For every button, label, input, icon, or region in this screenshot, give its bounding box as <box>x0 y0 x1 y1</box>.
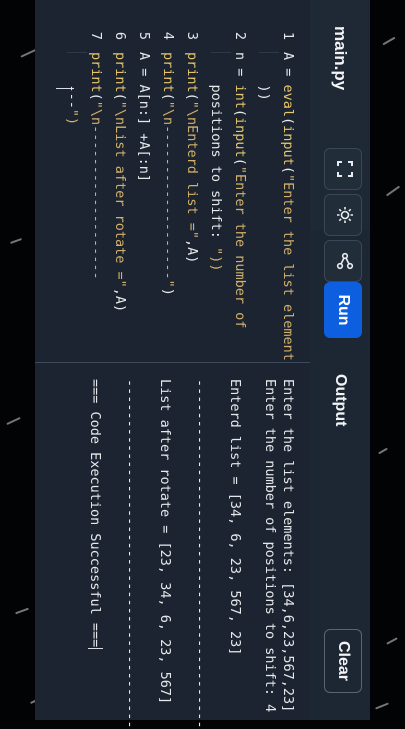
share-icon <box>332 252 354 270</box>
code-line: 1 A = eval(input("Enter the list elements… <box>276 0 300 394</box>
code-line: 3 print("\nEnterd list =",A) <box>180 0 204 362</box>
top-toolbar: main.py Run Output Clear <box>310 0 370 720</box>
output-line: === Code Execution Successful === <box>87 379 104 650</box>
output-separator: ----------------------------------------… <box>122 379 139 729</box>
code-text: print("\nEnterd list =",A) <box>184 52 200 264</box>
code-line: 6 print("\nList after rotate =",A) <box>108 0 132 362</box>
line-number: 2 <box>232 31 248 40</box>
output-panel: Enter the list elements: [34,6,23,567,23… <box>35 363 310 729</box>
output-line: Enterd list = [34, 6, 23, 567, 23] <box>227 379 244 656</box>
line-number: 5 <box>136 31 152 40</box>
code-text: )) <box>256 52 272 101</box>
line-number: 7 <box>88 31 104 40</box>
code-text: print("\n-------------------") <box>160 52 176 296</box>
code-line: positions to shift: ")) <box>204 0 228 362</box>
code-text: print("\n------------------- <box>88 52 104 280</box>
sun-icon <box>332 206 354 224</box>
line-number: 6 <box>112 31 128 40</box>
code-line: )) <box>252 0 276 362</box>
run-button[interactable]: Run <box>324 282 362 338</box>
line-number: 1 <box>280 31 296 40</box>
expand-icon <box>332 160 354 178</box>
output-cursor <box>88 648 103 650</box>
code-runner-window: main.py Run Output Clear 1 A = eval(inpu… <box>35 0 370 729</box>
line-number: 4 <box>160 31 176 40</box>
code-text: A = eval(input("Enter the list elements:… <box>280 52 296 394</box>
code-text: n = int(input("Enter the number of <box>232 52 248 329</box>
output-line: Enter the number of positions to shift: … <box>262 379 279 713</box>
output-separator: ----------------------------------------… <box>192 379 209 729</box>
line-number: 3 <box>184 31 200 40</box>
code-line: 7 print("\n------------------- <box>84 0 108 362</box>
output-title: Output <box>332 374 349 427</box>
code-line: 2 n = int(input("Enter the number of <box>228 0 252 362</box>
share-button[interactable] <box>324 240 362 282</box>
code-editor[interactable]: 1 A = eval(input("Enter the list elements… <box>35 0 310 394</box>
output-line: List after rotate = [23, 34, 6, 23, 567] <box>157 379 174 705</box>
fullscreen-button[interactable] <box>324 148 362 190</box>
code-text: ---") <box>64 52 80 126</box>
clear-button[interactable]: Clear <box>324 629 362 693</box>
code-line: ---") <box>60 0 84 362</box>
code-text: print("\nList after rotate =",A) <box>112 52 128 313</box>
theme-toggle-button[interactable] <box>324 194 362 236</box>
code-text: positions to shift: ")) <box>208 52 224 272</box>
code-line: 5 A = A[n:] +A[:n] <box>132 0 156 362</box>
code-line: 4 print("\n-------------------") <box>156 0 180 362</box>
code-text: A = A[n:] +A[:n] <box>136 52 152 183</box>
